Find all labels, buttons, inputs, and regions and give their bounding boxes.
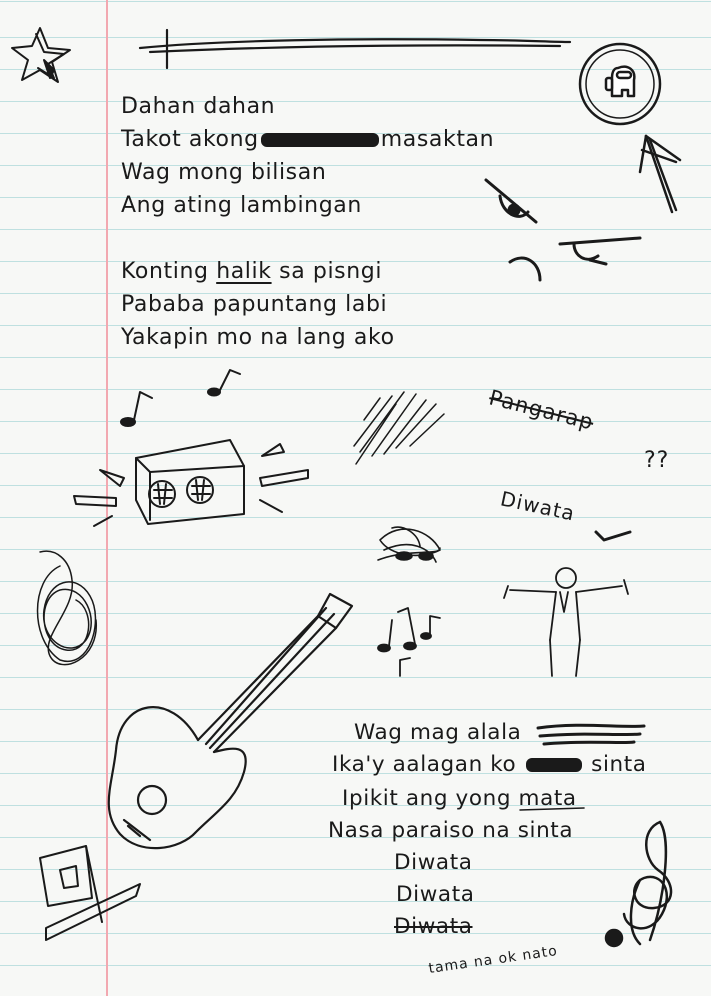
lyric-text: Ang ating lambingan xyxy=(121,193,362,218)
lyric-line: Dahan dahan xyxy=(121,90,494,123)
lyric-line-crossed: Diwata xyxy=(394,914,473,939)
notebook-page: { "lyrics_top": [ "Dahan dahan", "Takot … xyxy=(0,0,711,996)
lyric-text: sinta xyxy=(591,752,647,777)
treble-clef-icon xyxy=(604,820,673,948)
checkmark-icon xyxy=(594,530,632,542)
lyric-line: Ipikit ang yong mata xyxy=(342,786,577,811)
lyric-text: Ipikit ang yong xyxy=(342,786,512,811)
diwata-side-word: Diwata xyxy=(498,486,578,526)
margin-line xyxy=(106,0,108,996)
redaction-scribble xyxy=(536,723,646,746)
scribbled-out-word xyxy=(260,133,379,147)
lyric-text: Ika'y aalagan ko xyxy=(332,752,517,777)
lyric-line: Diwata xyxy=(396,882,475,907)
lyric-text: masaktan xyxy=(380,127,495,152)
scribble-doodle xyxy=(377,526,441,563)
lyric-line: Ang ating lambingan xyxy=(121,189,494,222)
guitar-icon xyxy=(107,592,354,850)
lyric-text: mata xyxy=(518,786,577,811)
lyric-line: Nasa paraiso na sinta xyxy=(328,818,573,843)
lyric-line: Pababa papuntang labi xyxy=(121,288,395,321)
lyrics-stanza-2: Konting halik sa pisngi Pababa papuntang… xyxy=(121,255,395,354)
eye-icon xyxy=(484,178,642,282)
lyric-underlined-word: halik xyxy=(216,259,272,284)
building-doodle xyxy=(39,845,141,941)
lyric-text: Diwata xyxy=(396,882,475,907)
lyric-line: Wag mong bilisan xyxy=(121,156,494,189)
top-line-doodle xyxy=(138,28,572,70)
scribbled-out-word xyxy=(525,758,582,772)
music-note-icon-2 xyxy=(377,607,441,677)
lyric-text: Wag mag alala xyxy=(354,720,522,745)
lyric-text: sa pisngi xyxy=(279,259,383,284)
lyric-line: Konting halik sa pisngi xyxy=(121,255,395,288)
lyric-text: Diwata xyxy=(394,850,473,875)
question-marks: ?? xyxy=(644,448,670,473)
scribble-ball-doodle xyxy=(36,550,97,666)
speaker-icon xyxy=(73,439,309,527)
lyric-text: Yakapin mo na lang ako xyxy=(121,325,395,350)
stick-figure-icon xyxy=(503,567,629,677)
pangarap-crossed-word: Pangarap xyxy=(486,385,597,435)
lyric-line: Takot akong masaktan xyxy=(121,123,494,156)
lyric-text: Diwata xyxy=(394,914,473,939)
hatching-doodle xyxy=(353,391,445,465)
lyric-text: Takot akong xyxy=(121,127,259,152)
lyrics-stanza-1: Dahan dahan Takot akong masaktan Wag mong… xyxy=(121,90,494,222)
arrow-icon xyxy=(638,134,682,214)
crewmate-icon xyxy=(578,42,662,126)
lyric-text: Pababa papuntang labi xyxy=(121,292,388,317)
lyric-line: Wag mag alala xyxy=(354,720,521,745)
lyric-line: Yakapin mo na lang ako xyxy=(121,321,395,354)
star-icon xyxy=(11,27,71,83)
lyric-text: Wag mong bilisan xyxy=(121,160,327,185)
lyric-text: Nasa paraiso na sinta xyxy=(328,818,574,843)
lyric-line: Ika'y aalagan ko sinta xyxy=(332,752,647,777)
music-note-icon xyxy=(120,369,241,427)
lyric-text: Dahan dahan xyxy=(121,94,276,119)
lyric-text: Konting xyxy=(121,259,209,284)
note-text: tama na ok nato xyxy=(427,943,559,977)
lyric-line: Diwata xyxy=(394,850,473,875)
